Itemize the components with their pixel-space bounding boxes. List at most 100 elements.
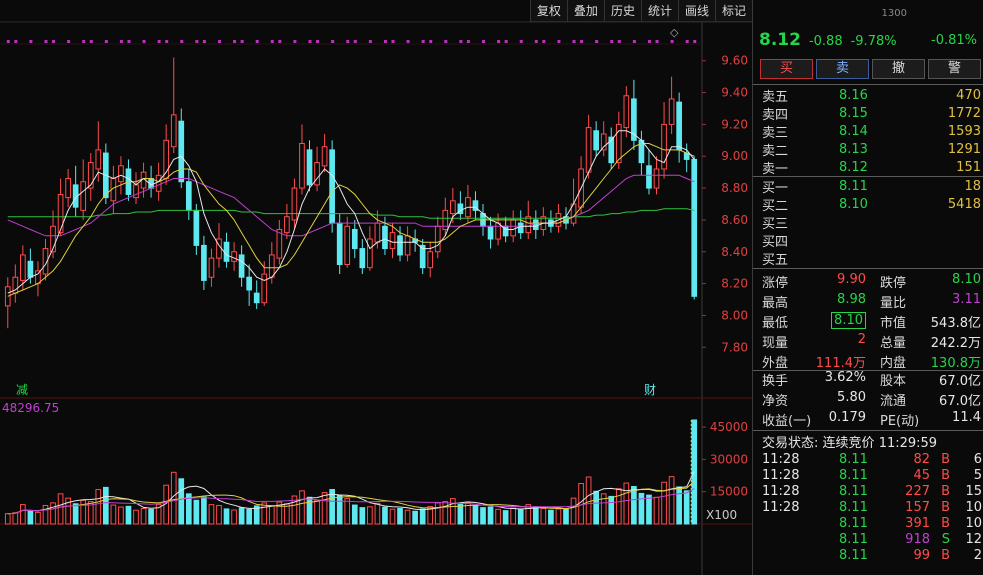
stat-value: 8.10: [831, 312, 866, 329]
candle-body: [321, 146, 328, 167]
event-dot: [6, 40, 10, 43]
event-dot: [142, 40, 146, 43]
bid-row[interactable]: 买三: [753, 213, 983, 232]
bid-row[interactable]: 买一 8.11 18: [753, 177, 983, 196]
volume-bar: [201, 496, 207, 525]
event-dot: [383, 40, 387, 43]
stats-block-a: 涨停 9.90 跌停 8.10 最高 8.98 量比 3.11 最低 8.10 市值 543.8亿…: [753, 272, 983, 372]
ask-price: 8.15: [839, 105, 868, 121]
volume-bar: [238, 507, 245, 525]
kline-chart-area[interactable]: 9.60 9.40 9.20 9.00 8.80 8.60 8.40 8.20 8.00 7.80…: [0, 0, 752, 575]
event-marker-reduce: 减: [16, 383, 28, 397]
volume-tick-label: 15000: [710, 485, 748, 499]
stat-label: 流通: [880, 394, 907, 409]
event-dot: [519, 40, 523, 43]
volume-bar: [555, 508, 562, 525]
stat-value: 9.90: [837, 272, 866, 287]
volume-bar: [246, 508, 253, 525]
volume-bar: [223, 508, 230, 525]
event-dot: [217, 40, 221, 43]
tick-list[interactable]: 11:28 8.11 82 B 6 11:28 8.11 45 B 5 11:28 8.11 227…: [753, 452, 983, 564]
stat-label: 换手: [762, 374, 789, 389]
tick-count: 5: [973, 468, 982, 483]
candle-body: [133, 184, 139, 199]
ask-row[interactable]: 卖五 8.16 470: [753, 86, 983, 105]
candle-body: [291, 187, 298, 221]
event-dot: [346, 40, 350, 43]
cancel-order-button[interactable]: 撤: [872, 59, 925, 79]
index-change: -0.81%: [931, 33, 977, 48]
bid-volume: 18: [964, 178, 981, 194]
ask-row[interactable]: 卖三 8.14 1593: [753, 122, 983, 141]
bid-row[interactable]: 买二 8.10 5418: [753, 195, 983, 214]
sell-button[interactable]: 卖: [816, 59, 869, 79]
mark-button[interactable]: 标记: [714, 0, 752, 22]
tick-volume: 45: [913, 468, 930, 483]
candle-body: [57, 193, 64, 234]
alert-button[interactable]: 警: [928, 59, 981, 79]
volume-bar: [72, 503, 79, 525]
stat-label: 涨停: [762, 276, 789, 291]
ask-volume: 1593: [947, 123, 981, 139]
event-dot: [459, 40, 463, 43]
buy-button[interactable]: 买: [760, 59, 813, 79]
event-dot: [331, 40, 335, 43]
bid-label: 买二: [762, 198, 789, 214]
tick-price: 8.11: [839, 516, 868, 531]
stats-button[interactable]: 统计: [640, 0, 678, 22]
event-dot: [497, 40, 501, 43]
candle-body: [336, 222, 343, 265]
candle-body: [374, 222, 381, 243]
volume-bar: [412, 510, 418, 525]
stat-label: 股本: [880, 374, 907, 389]
candle-body: [359, 248, 366, 269]
event-dot: [444, 40, 448, 43]
volume-bar: [102, 486, 109, 525]
ask-row[interactable]: 卖四 8.15 1772: [753, 104, 983, 123]
candle-body: [238, 254, 245, 278]
fuquan-button[interactable]: 复权: [529, 0, 567, 22]
stat-value: 3.11: [952, 292, 981, 307]
overlay-button[interactable]: 叠加: [566, 0, 604, 22]
price-tick-label: 9.40: [721, 86, 748, 100]
volume-bar: [548, 509, 554, 525]
tick-price: 8.11: [839, 500, 868, 515]
price-tick-label: 8.80: [721, 181, 748, 195]
stat-value: 8.98: [837, 292, 866, 307]
candle-body: [585, 127, 592, 173]
volume-bar: [434, 502, 441, 525]
ask-volume: 151: [956, 159, 981, 175]
candle-body: [185, 181, 192, 211]
candle-body: [329, 149, 335, 224]
tick-direction: B: [941, 516, 950, 531]
history-button[interactable]: 历史: [603, 0, 641, 22]
stat-label: 外盘: [762, 356, 789, 371]
tick-volume: 99: [913, 548, 930, 563]
ask-price: 8.14: [839, 123, 868, 139]
bid-row[interactable]: 买五: [753, 249, 983, 268]
kline-chart[interactable]: 9.60 9.40 9.20 9.00 8.80 8.60 8.40 8.20 8.00 7.80…: [0, 0, 752, 575]
stat-value: 0.179: [828, 410, 866, 425]
tick-time: 11:28: [762, 452, 800, 467]
bid-row[interactable]: 买四: [753, 231, 983, 250]
volume-bar: [306, 496, 313, 525]
bid-price: 8.11: [839, 178, 868, 194]
bid-label: 买一: [762, 180, 789, 196]
ask-row[interactable]: 卖一 8.12 151: [753, 158, 983, 177]
candle-body: [449, 200, 456, 215]
ask-row[interactable]: 卖二 8.13 1291: [753, 140, 983, 159]
tick-direction: B: [941, 468, 950, 483]
price-tick-label: 8.00: [721, 308, 748, 322]
stat-value: 130.8万: [930, 356, 981, 371]
draw-line-button[interactable]: 画线: [677, 0, 715, 22]
event-dot: [119, 40, 123, 43]
candle-body: [223, 241, 230, 262]
volume-bar: [148, 508, 154, 525]
tick-price: 8.11: [839, 468, 868, 483]
event-dot: [655, 40, 659, 43]
event-dot: [308, 40, 312, 43]
ask-label: 卖五: [762, 89, 789, 105]
event-dot: [406, 40, 410, 43]
stat-value: 543.8亿: [930, 316, 981, 331]
event-dot: [293, 40, 297, 43]
